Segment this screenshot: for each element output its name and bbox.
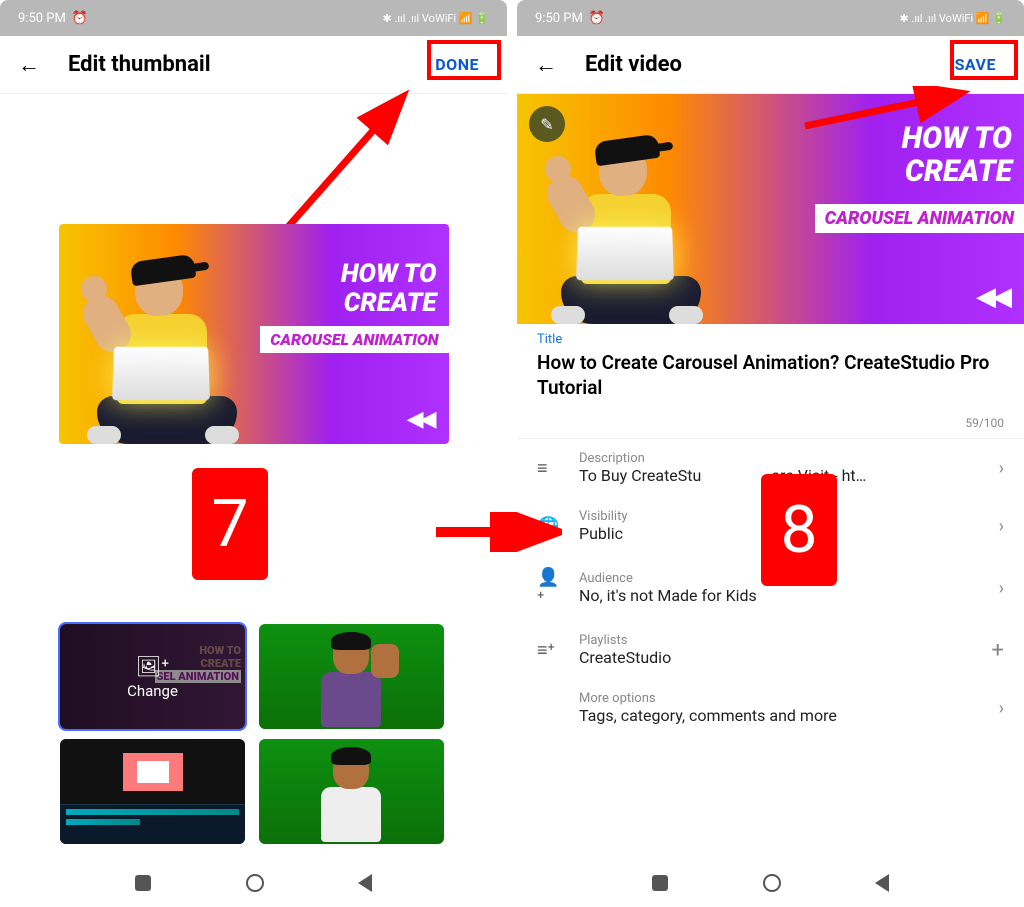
phone-right: 9:50 PM⏰ ✱ .ııl .ııl VoWiFi 📶 🔋 ← Edit v… [517, 0, 1024, 907]
save-button[interactable]: SAVE [945, 49, 1006, 80]
back-arrow-icon[interactable]: ← [535, 52, 557, 78]
app-bar: ← Edit video SAVE [517, 36, 1024, 94]
title-label: Title [537, 332, 1004, 347]
thumbnail-option-custom[interactable]: HOW TOCREATESEL ANIMATION 🖼⁺ Change [60, 624, 245, 729]
status-bar: 9:50 PM⏰ ✱ .ııl .ııl VoWiFi 📶 🔋 [517, 0, 1024, 36]
playlists-row[interactable]: ≡⁺ Playlists CreateStudio + [517, 621, 1024, 679]
nav-back-icon[interactable] [875, 874, 889, 892]
playlists-value: CreateStudio [579, 648, 974, 667]
plus-icon: + [992, 638, 1004, 663]
playlists-label: Playlists [579, 633, 974, 648]
phone-left: 9:50 PM⏰ ✱ .ııl .ııl VoWiFi 📶 🔋 ← Edit t… [0, 0, 507, 907]
status-bar: 9:50 PM⏰ ✱ .ııl .ııl VoWiFi 📶 🔋 [0, 0, 507, 36]
chevron-right-icon: › [999, 458, 1004, 479]
nav-recent-icon[interactable] [135, 875, 151, 891]
thumb-headline: HOW TO CREATE [902, 122, 1012, 188]
nav-home-icon[interactable] [246, 874, 264, 892]
app-bar: ← Edit thumbnail DONE [0, 36, 507, 94]
thumb-headline: HOW TO CREATE [341, 260, 437, 317]
image-add-icon: 🖼⁺ [136, 654, 169, 678]
thumbnail-preview[interactable]: ✎ HOW TO CREATE CAROUSEL ANIMATION ◀◀ [517, 94, 1024, 324]
thumbnail-options: HOW TOCREATESEL ANIMATION 🖼⁺ Change [0, 624, 507, 844]
rewind-icon: ◀◀ [976, 282, 1008, 312]
thumb-person-illustration [77, 249, 252, 444]
title-value: How to Create Carousel Animation? Create… [537, 351, 1004, 400]
thumb-person-illustration [541, 129, 716, 324]
change-label: Change [127, 682, 178, 700]
more-options-row[interactable]: More options Tags, category, comments an… [517, 679, 1024, 737]
nav-recent-icon[interactable] [652, 875, 668, 891]
back-arrow-icon[interactable]: ← [18, 52, 40, 78]
nav-home-icon[interactable] [763, 874, 781, 892]
more-label: More options [579, 691, 981, 706]
done-button[interactable]: DONE [425, 49, 489, 80]
status-icons: ✱ .ııl .ııl VoWiFi 📶 🔋 [382, 12, 489, 25]
thumb-banner: CAROUSEL ANIMATION [815, 204, 1024, 233]
annotation-step-8: 8 [761, 474, 837, 586]
chevron-right-icon: › [999, 698, 1004, 719]
description-icon: ≡ [537, 458, 561, 479]
nav-back-icon[interactable] [358, 874, 372, 892]
page-title: Edit video [585, 52, 945, 77]
annotation-arrow [270, 86, 420, 246]
thumbnail-preview: HOW TO CREATE CAROUSEL ANIMATION ◀◀ [59, 224, 449, 444]
annotation-arrow-between [432, 512, 562, 552]
page-title: Edit thumbnail [68, 52, 425, 77]
nav-bar [0, 859, 507, 907]
chevron-right-icon: › [999, 516, 1004, 537]
status-time: 9:50 PM [18, 11, 66, 26]
thumbnail-option-frame-3[interactable] [259, 739, 444, 844]
thumb-banner: CAROUSEL ANIMATION [260, 326, 448, 353]
audience-icon: 👤⁺ [537, 567, 561, 609]
nav-bar [517, 859, 1024, 907]
thumbnail-option-frame-2[interactable] [60, 739, 245, 844]
audience-value: No, it's not Made for Kids [579, 586, 981, 605]
chevron-right-icon: › [999, 578, 1004, 599]
annotation-step-7: 7 [192, 468, 268, 580]
title-field[interactable]: Title How to Create Carousel Animation? … [517, 324, 1024, 414]
title-char-count: 59/100 [517, 414, 1024, 438]
thumbnail-option-frame-1[interactable] [259, 624, 444, 729]
status-icons: ✱ .ııl .ııl VoWiFi 📶 🔋 [899, 12, 1006, 25]
rewind-icon: ◀◀ [407, 407, 433, 432]
playlist-icon: ≡⁺ [537, 640, 561, 661]
description-label: Description [579, 451, 981, 466]
more-value: Tags, category, comments and more [579, 706, 981, 725]
status-time: 9:50 PM [535, 11, 583, 26]
